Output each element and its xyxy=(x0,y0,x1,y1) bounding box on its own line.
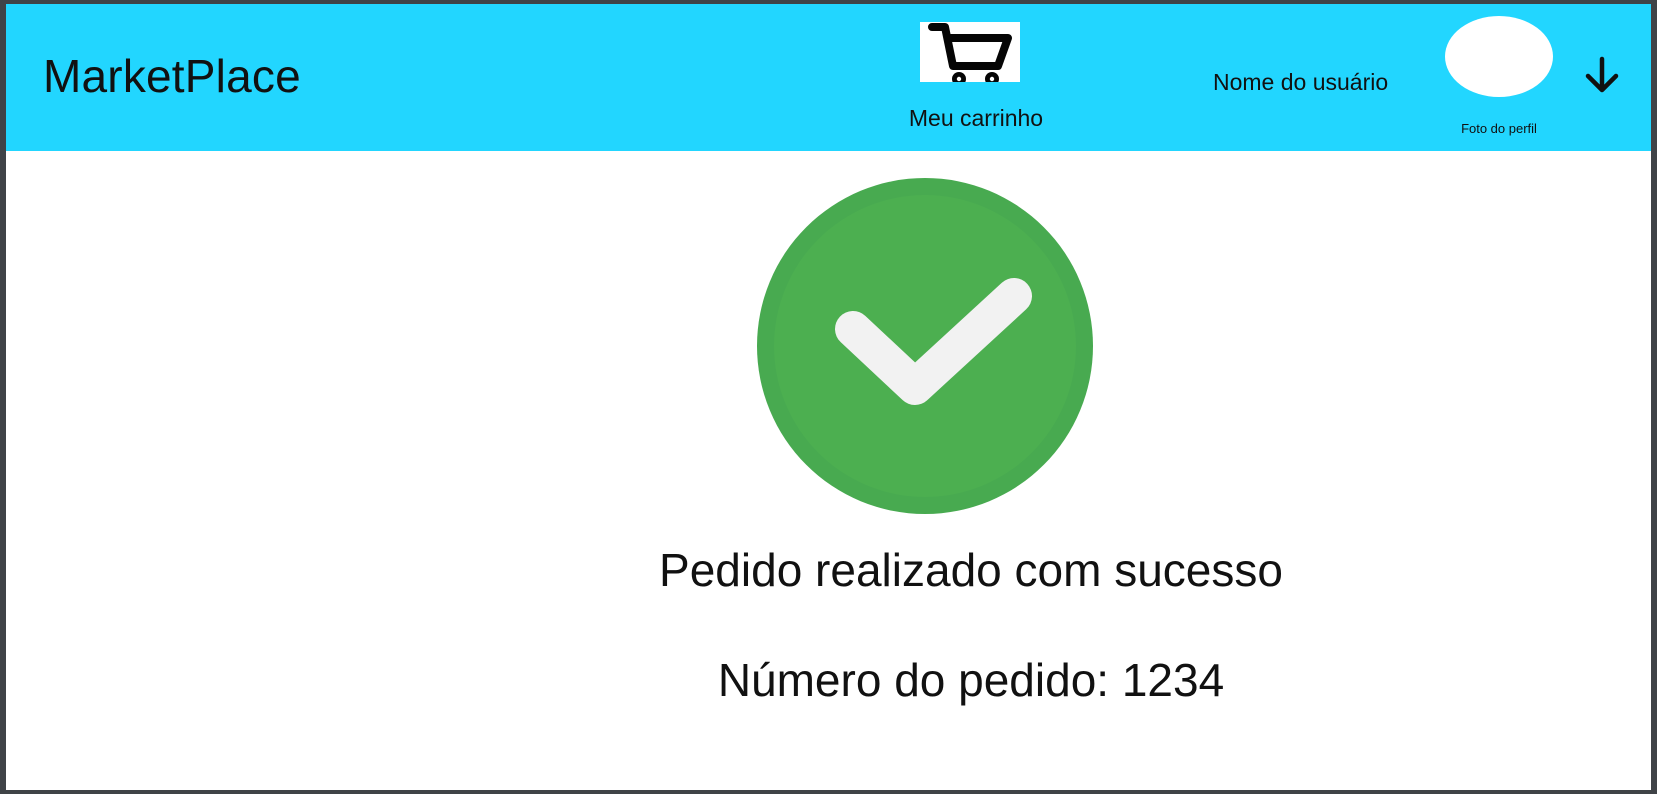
shopping-cart-icon[interactable] xyxy=(920,22,1020,82)
order-number-line: Número do pedido: 1234 xyxy=(596,652,1346,708)
profile-picture-button[interactable]: Foto do perfil xyxy=(1426,12,1566,142)
order-number-value: 1234 xyxy=(1121,654,1225,706)
cart-button[interactable]: Meu carrinho xyxy=(886,20,1066,132)
user-name[interactable]: Nome do usuário xyxy=(1213,67,1388,97)
avatar[interactable] xyxy=(1445,16,1553,97)
avatar-caption: Foto do perfil xyxy=(1461,121,1537,136)
arrow-down-icon[interactable] xyxy=(1580,54,1624,98)
check-circle-icon xyxy=(756,177,1094,515)
brand-title[interactable]: MarketPlace xyxy=(43,48,301,104)
app-window: MarketPlace Meu carrinho Nome do usuário… xyxy=(6,4,1651,790)
success-message: Pedido realizado com sucesso xyxy=(659,544,1283,596)
top-header: MarketPlace Meu carrinho Nome do usuário… xyxy=(6,4,1651,151)
cart-label: Meu carrinho xyxy=(908,105,1044,131)
order-number-label: Número do pedido: xyxy=(717,654,1110,706)
